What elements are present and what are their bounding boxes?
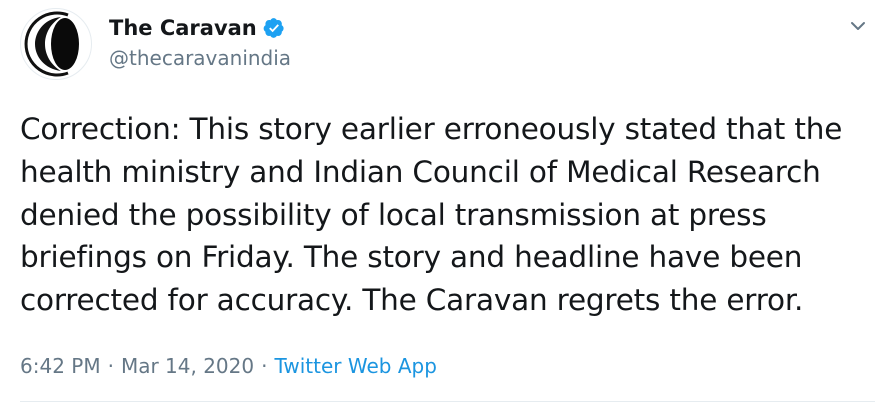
tweet-time[interactable]: 6:42 PM [20,352,101,380]
avatar[interactable] [20,8,92,80]
display-name[interactable]: The Caravan [109,14,257,42]
tweet-meta: 6:42 PM · Mar 14, 2020 · Twitter Web App [20,352,437,380]
meta-separator: · [107,354,114,378]
verified-badge-icon [263,17,285,39]
author-handle[interactable]: @thecaravanindia [109,44,291,72]
tweet-card: The Caravan @thecaravanindia Correction:… [0,0,891,404]
chevron-down-icon[interactable] [846,14,870,38]
tweet-text-line: denied the possibility of local transmis… [20,197,767,232]
tweet-text-line: corrected for accuracy. The Caravan regr… [20,283,804,318]
tweet-text: Correction: This story earlier erroneous… [20,108,875,322]
meta-separator: · [261,354,268,378]
author-name-row: The Caravan [109,14,285,42]
caravan-logo-icon [22,10,90,78]
tweet-date[interactable]: Mar 14, 2020 [121,352,254,380]
divider [20,401,875,402]
tweet-source-link[interactable]: Twitter Web App [274,352,436,380]
tweet-text-line: briefings on Friday. The story and headl… [20,240,803,275]
tweet-text-line: Correction: This story earlier erroneous… [20,112,843,146]
tweet-text-line: health ministry and Indian Council of Me… [20,154,821,189]
